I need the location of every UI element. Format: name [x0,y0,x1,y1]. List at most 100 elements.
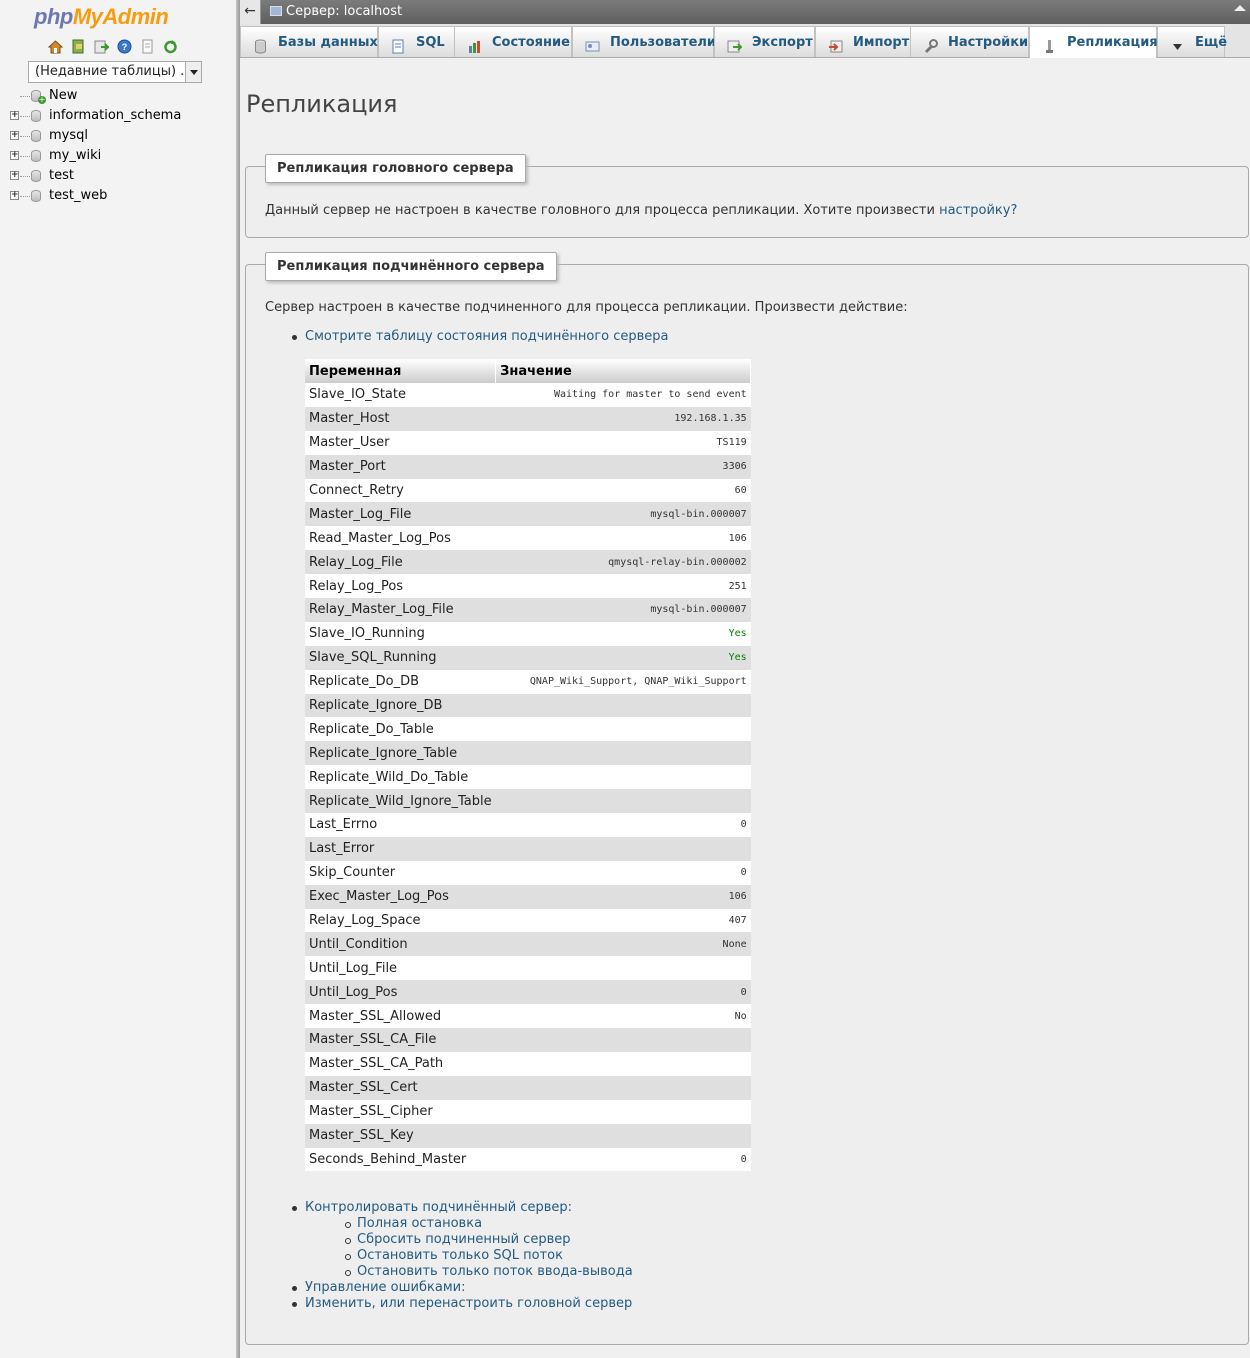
reload-icon[interactable] [163,39,178,54]
value-cell [495,717,751,742]
master-replication-text: Данный сервер не настроен в качестве гол… [265,203,1017,218]
value-cell: 251 [495,574,751,599]
value-cell: 106 [495,526,751,551]
variable-cell: Replicate_Do_DB [305,669,496,694]
variable-cell: Until_Log_File [305,956,496,981]
tab-label: Базы данных [278,35,378,50]
expand-icon[interactable]: + [10,111,19,120]
value-cell: No [495,1004,751,1029]
databases-icon [253,35,268,54]
phpmyadmin-logo[interactable]: phpMyAdmin [34,4,169,30]
scroll-top-icon[interactable] [1234,5,1246,11]
value-cell [495,1028,751,1052]
tree-connector [20,176,30,177]
master-replication-fieldset: Репликация головного сервера Данный серв… [245,154,1249,238]
variable-cell: Replicate_Do_Table [305,717,496,742]
list-item: Сбросить подчиненный сервер [345,1232,633,1248]
variable-cell: Read_Master_Log_Pos [305,526,496,551]
documentation-icon[interactable] [140,39,155,54]
change-master-link[interactable]: Изменить, или перенастроить головной сер… [305,1296,632,1311]
tab-settings[interactable]: Настройки [910,26,1029,57]
variable-cell: Slave_IO_State [305,383,496,407]
slave-replication-text: Сервер настроен в качестве подчиненного … [265,300,908,315]
column-header-variable: Переменная [305,359,497,383]
expand-icon[interactable]: + [10,171,19,180]
logout-icon[interactable] [71,39,86,54]
table-row: Master_SSL_Cipher [305,1099,751,1124]
control-slave-action-link[interactable]: Полная остановка [357,1216,482,1231]
value-cell [495,1051,751,1076]
table-row: Relay_Log_Pos 251 [305,574,751,599]
control-slave-link[interactable]: Контролировать подчинённый сервер: [305,1200,572,1215]
tab-export[interactable]: Экспорт [714,26,815,57]
main-menu-tabs: Базы данных SQL Состояние Пользователи Экспо… [240,24,1250,58]
tab-more[interactable]: Ещё [1157,26,1228,57]
variable-cell: Master_SSL_CA_File [305,1028,496,1052]
page-title: Репликация [246,90,398,118]
tree-item-database[interactable]: + test [8,166,181,186]
navigation-panel: phpMyAdmin ? (Недавние таблицы) ... + New… [0,0,236,1358]
variable-cell: Seconds_Behind_Master [305,1147,496,1172]
value-cell: 0 [495,980,751,1005]
tree-item-database[interactable]: + mysql [8,126,181,146]
value-cell: Yes [495,621,751,646]
variable-cell: Master_Port [305,454,496,479]
value-cell [495,956,751,981]
tree-item-database[interactable]: + test_web [8,186,181,206]
value-cell: QNAP_Wiki_Support, QNAP_Wiki_Support [495,669,751,694]
breadcrumb-server[interactable]: Сервер: localhost [286,0,402,24]
control-slave-action-link[interactable]: Остановить только поток ввода-вывода [357,1264,633,1279]
tree-item-label[interactable]: test [49,168,74,183]
tab-databases[interactable]: Базы данных [240,26,378,57]
tree-item-label[interactable]: information_schema [49,108,181,123]
tab-import[interactable]: Импорт [815,26,911,57]
table-row: Master_User TS119 [305,430,751,455]
recent-tables-select[interactable]: (Недавние таблицы) ... [28,61,202,83]
tree-item-label[interactable]: my_wiki [49,148,101,163]
error-management-link[interactable]: Управление ошибками: [305,1280,465,1295]
tab-users[interactable]: Пользователи [572,26,716,57]
configure-master-link[interactable]: настройку [939,203,1010,218]
table-row: Slave_IO_Running Yes [305,621,751,646]
chevron-down-icon[interactable] [185,62,201,82]
collapse-nav-button[interactable]: ← [240,0,261,24]
home-icon[interactable] [47,39,64,54]
replication-icon [1042,35,1057,53]
help-icon[interactable]: ? [117,39,132,54]
tree-connector [20,136,30,137]
tree-item-label[interactable]: New [49,88,77,103]
list-item: Смотрите таблицу состояния подчинённого … [292,329,669,345]
users-icon [585,35,600,52]
tree-item-label[interactable]: test_web [49,188,107,203]
variable-cell: Slave_IO_Running [305,621,496,646]
tab-label: Ещё [1195,35,1228,50]
tab-status[interactable]: Состояние [454,26,572,57]
table-row: Exec_Master_Log_Pos 106 [305,884,751,909]
tab-sql[interactable]: SQL [378,26,455,57]
tree-item-database[interactable]: + information_schema [8,106,181,126]
master-text-body: Данный сервер не настроен в качестве гол… [265,203,940,218]
variable-cell: Master_SSL_Cipher [305,1099,496,1124]
table-row: Master_SSL_Cert [305,1075,751,1100]
table-row: Skip_Counter 0 [305,860,751,885]
control-slave-action-link[interactable]: Сбросить подчиненный сервер [357,1232,570,1247]
value-cell: 60 [495,478,751,503]
control-slave-action-link[interactable]: Остановить только SQL поток [357,1248,563,1263]
variable-cell: Replicate_Ignore_Table [305,741,496,766]
tab-replication[interactable]: Репликация [1029,26,1158,58]
main-content: Репликация Репликация головного сервера … [240,58,1250,1358]
value-cell: 0 [495,860,751,885]
expand-icon[interactable]: + [10,191,19,200]
value-cell [495,1123,751,1148]
tree-item-new[interactable]: + New [8,86,181,106]
slave-status-list: Смотрите таблицу состояния подчинённого … [292,329,669,345]
tree-item-label[interactable]: mysql [49,128,88,143]
table-row: Replicate_Ignore_DB [305,693,751,718]
sql-icon [391,35,406,54]
tree-item-database[interactable]: + my_wiki [8,146,181,166]
variable-cell: Slave_SQL_Running [305,645,496,670]
slave-status-link[interactable]: Смотрите таблицу состояния подчинённого … [305,329,669,344]
query-window-icon[interactable] [94,39,111,54]
expand-icon[interactable]: + [10,151,19,160]
expand-icon[interactable]: + [10,131,19,140]
